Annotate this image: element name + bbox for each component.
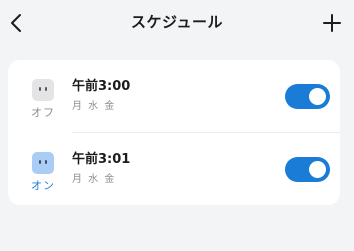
page-title: スケジュール bbox=[131, 13, 223, 31]
toggle-knob bbox=[309, 161, 326, 178]
schedule-toggle[interactable] bbox=[285, 157, 330, 182]
plus-icon bbox=[323, 14, 341, 32]
schedule-time: 午前3:00 bbox=[72, 79, 131, 94]
plug-icon bbox=[32, 79, 54, 101]
schedule-days: 月 水 金 bbox=[72, 101, 116, 112]
schedule-action-label: オフ bbox=[31, 106, 55, 119]
plug-icon bbox=[32, 152, 54, 174]
toggle-knob bbox=[309, 88, 326, 105]
schedule-item[interactable]: オン 午前3:01 月 水 金 bbox=[8, 133, 340, 205]
schedule-item[interactable]: オフ 午前3:00 月 水 金 bbox=[8, 60, 340, 132]
app-header: スケジュール bbox=[0, 0, 354, 46]
schedule-list: オフ 午前3:00 月 水 金 オン 午前3:01 月 水 金 bbox=[8, 60, 340, 205]
schedule-toggle[interactable] bbox=[285, 84, 330, 109]
schedule-action-label: オン bbox=[31, 179, 55, 192]
add-schedule-button[interactable] bbox=[320, 9, 344, 37]
schedule-days: 月 水 金 bbox=[72, 174, 116, 185]
schedule-time: 午前3:01 bbox=[72, 152, 131, 167]
